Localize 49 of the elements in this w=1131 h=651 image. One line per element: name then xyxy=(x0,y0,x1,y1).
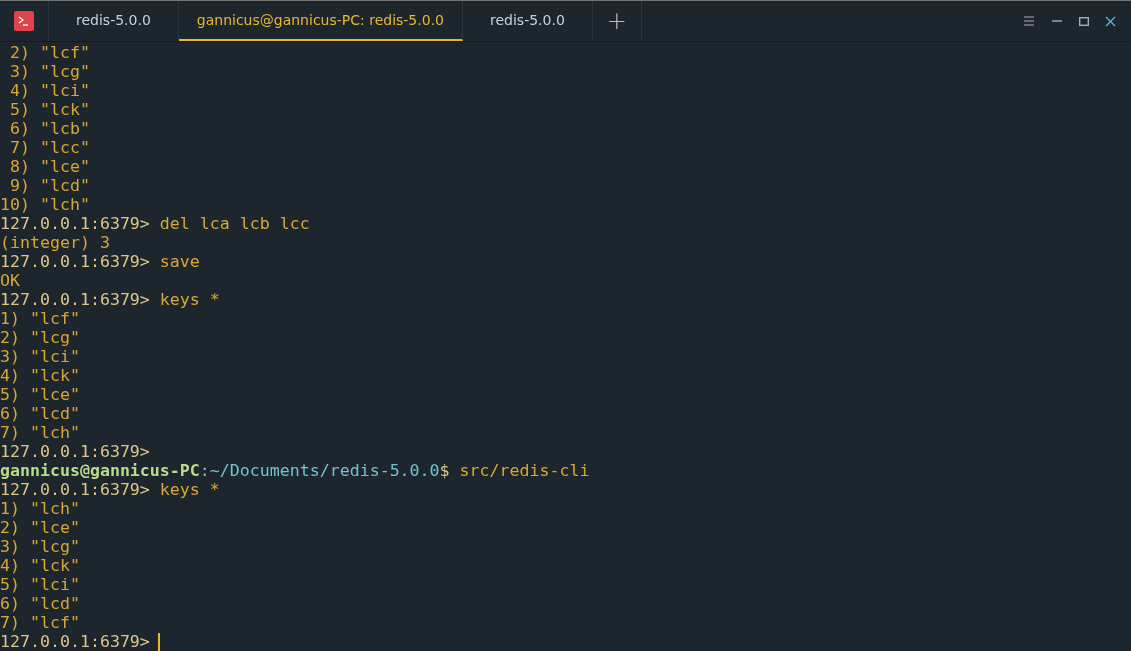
prompt-text: 127.0.0.1:6379> xyxy=(0,632,150,651)
output-text: 7) "lch" xyxy=(0,423,80,442)
output-text: 1) "lch" xyxy=(0,499,80,518)
output-text: 3) "lci" xyxy=(0,347,80,366)
user-host-text: gannicus@gannicus-PC xyxy=(0,461,200,480)
output-text: 3) "lcg" xyxy=(0,537,80,556)
command-text: del lca lcb lcc xyxy=(159,214,310,233)
close-icon[interactable] xyxy=(1105,15,1116,27)
output-text: 2) "lce" xyxy=(0,518,80,537)
command-text: keys * xyxy=(159,290,220,309)
prompt-text: 127.0.0.1:6379> xyxy=(0,480,150,499)
output-text: 7) "lcc" xyxy=(9,138,90,157)
output-text: 4) "lck" xyxy=(0,366,80,385)
output-text: 8) "lce" xyxy=(9,157,90,176)
output-text: 6) "lcb" xyxy=(9,119,90,138)
path-text: :~/Documents/redis-5.0.0 xyxy=(199,461,440,480)
menu-icon[interactable] xyxy=(1023,15,1035,27)
tab[interactable]: gannicus@gannicus-PC: redis-5.0.0 xyxy=(178,1,463,41)
maximize-icon[interactable] xyxy=(1079,16,1089,26)
new-tab-button[interactable]: + xyxy=(592,1,642,41)
output-text: 7) "lcf" xyxy=(0,613,80,632)
output-text: OK xyxy=(0,271,20,290)
output-text: 5) "lci" xyxy=(0,575,80,594)
command-text: save xyxy=(159,252,200,271)
command-text: keys * xyxy=(159,480,220,499)
tab[interactable]: redis-5.0.0 xyxy=(49,1,179,41)
output-text: 1) "lcf" xyxy=(0,309,80,328)
minimize-icon[interactable] xyxy=(1051,20,1063,22)
prompt-text: 127.0.0.1:6379> xyxy=(0,290,150,309)
output-text: 6) "lcd" xyxy=(0,594,80,613)
output-text: 2) "lcf" xyxy=(9,43,90,62)
command-text: src/redis-cli xyxy=(459,461,590,480)
prompt-text: 127.0.0.1:6379> xyxy=(0,442,150,461)
prompt-text: 127.0.0.1:6379> xyxy=(0,252,150,271)
output-text: 2) "lcg" xyxy=(0,328,80,347)
tab[interactable]: redis-5.0.0 xyxy=(463,1,593,41)
output-text: (integer) 3 xyxy=(0,233,110,252)
output-text: 6) "lcd" xyxy=(0,404,80,423)
prompt-text: 127.0.0.1:6379> xyxy=(0,214,150,233)
output-text: 9) "lcd" xyxy=(9,176,90,195)
dollar-text: $ xyxy=(439,461,450,480)
output-text: 3) "lcg" xyxy=(9,62,90,81)
output-text: 4) "lci" xyxy=(9,81,90,100)
terminal-icon xyxy=(14,11,34,31)
output-text: 5) "lce" xyxy=(0,385,80,404)
output-text: 10) "lch" xyxy=(0,195,90,214)
output-text: 4) "lck" xyxy=(0,556,80,575)
text-cursor xyxy=(157,632,160,651)
output-text: 5) "lck" xyxy=(9,100,90,119)
